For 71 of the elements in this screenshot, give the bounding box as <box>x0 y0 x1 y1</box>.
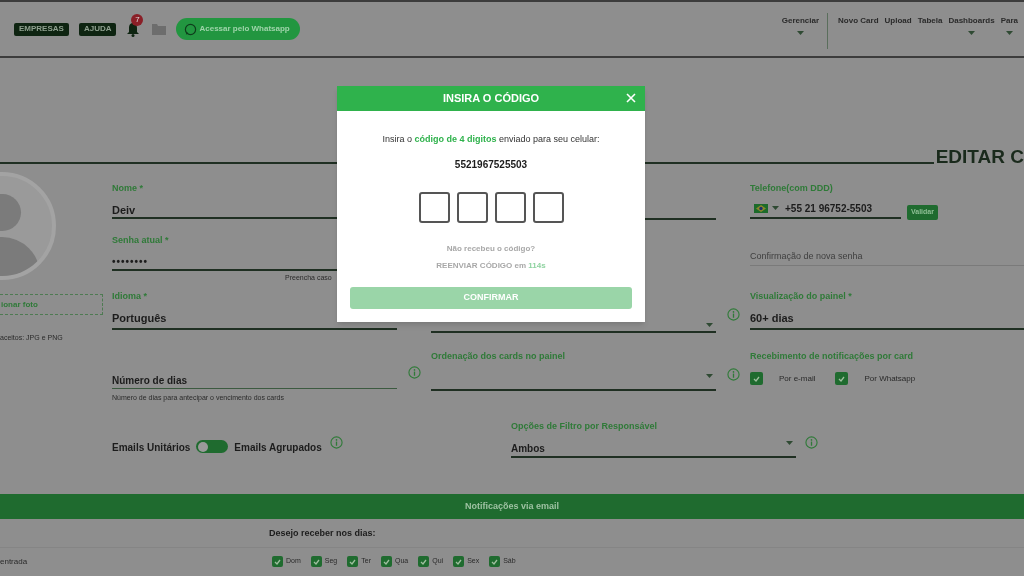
nav-menu-item[interactable]: Novo Card <box>838 13 879 25</box>
dialog-title: INSIRA O CÓDIGO <box>442 91 540 107</box>
nav-menu-item[interactable]: Dashboards <box>948 13 995 35</box>
checkbox[interactable] <box>381 556 392 567</box>
code-input[interactable] <box>456 191 488 223</box>
responsible-filter-select[interactable]: Ambos <box>511 441 796 458</box>
check-icon <box>753 375 760 382</box>
dropdown-caret-icon <box>1005 31 1013 35</box>
toggle-left-label: Emails Unitários <box>112 441 191 455</box>
resend-countdown: REENVIAR CÓDIGO em 114s <box>435 259 547 272</box>
checkbox[interactable] <box>835 372 849 385</box>
field-label: Opções de Filtro por Responsável <box>511 422 659 431</box>
check-icon <box>349 558 357 565</box>
days-label: Desejo receber nos dias: <box>0 527 1024 548</box>
code-input[interactable] <box>494 191 526 223</box>
check-icon <box>420 558 428 565</box>
caret-icon <box>706 323 713 327</box>
checkbox[interactable] <box>489 556 501 567</box>
checkbox[interactable] <box>453 556 465 567</box>
checkbox-label: Por e-mail <box>779 372 816 385</box>
notification-badge: 7 <box>131 13 144 26</box>
panel-view-select[interactable]: 60+ dias <box>750 310 1024 330</box>
check-icon <box>455 558 463 565</box>
dropdown-caret-icon <box>968 31 975 35</box>
check-icon <box>838 375 846 382</box>
toggle-right-label: Emails Agrupados <box>234 441 322 455</box>
field-label: Telefone(com DDD) <box>750 184 834 193</box>
bell-icon[interactable] <box>126 21 141 37</box>
confirm-password-field[interactable]: Confirmação de nova senha <box>750 250 1024 266</box>
page-title: EDITAR C <box>935 147 1024 166</box>
field-label: Senha atual * <box>112 236 170 245</box>
checkbox[interactable] <box>347 556 359 567</box>
dialog-message: Insira o código de 4 digitos enviado para seu celular: <box>381 133 601 146</box>
nav-menu-item[interactable]: Gerenciar <box>781 13 820 35</box>
nav-menu-item[interactable]: Para <box>1000 13 1018 35</box>
nav-button[interactable]: EMPRESAS <box>14 22 69 36</box>
field-label: Visualização do painel * <box>750 292 853 301</box>
field-label: Ordenação dos cards no painel <box>431 352 567 361</box>
check-icon <box>491 558 499 565</box>
checkbox-label: Por Whatsapp <box>864 372 916 385</box>
section-header: Notificações via email <box>0 494 1024 519</box>
caret-icon <box>706 374 713 378</box>
field-label: Recebimento de notificações por card <box>750 352 915 361</box>
check-icon <box>383 558 390 565</box>
checkbox[interactable] <box>310 556 322 567</box>
field-label: Idioma * <box>112 292 148 301</box>
phone-number: 5521967525503 <box>453 157 529 172</box>
checkbox[interactable] <box>418 556 430 567</box>
checkbox[interactable] <box>272 556 283 567</box>
check-icon <box>312 558 320 565</box>
days-ahead-field[interactable]: Número de dias <box>112 373 397 389</box>
caret-icon <box>786 441 793 445</box>
nav-menu-item[interactable]: Tabela <box>917 13 943 25</box>
code-input[interactable] <box>418 191 450 223</box>
code-input[interactable] <box>532 191 564 223</box>
phone-field[interactable]: +55 21 96752-5503 <box>750 199 901 219</box>
nav-menu-item[interactable]: Upload <box>884 13 912 25</box>
close-button[interactable] <box>625 92 637 104</box>
caret-icon <box>772 206 779 210</box>
checkbox[interactable] <box>750 372 763 385</box>
whatsapp-button[interactable]: Acessar pelo Whatsapp <box>176 18 300 40</box>
whatsapp-icon <box>184 22 198 36</box>
field-label: Nome * <box>112 184 144 193</box>
close-icon <box>625 92 637 104</box>
resend-question: Não recebeu o código? <box>445 242 537 255</box>
check-icon <box>274 558 281 565</box>
dropdown-caret-icon <box>796 31 804 35</box>
row-label: entrada <box>0 555 29 568</box>
toggle-switch[interactable] <box>196 440 229 453</box>
nav-button[interactable]: AJUDA <box>78 22 117 36</box>
flag-icon <box>754 203 768 213</box>
